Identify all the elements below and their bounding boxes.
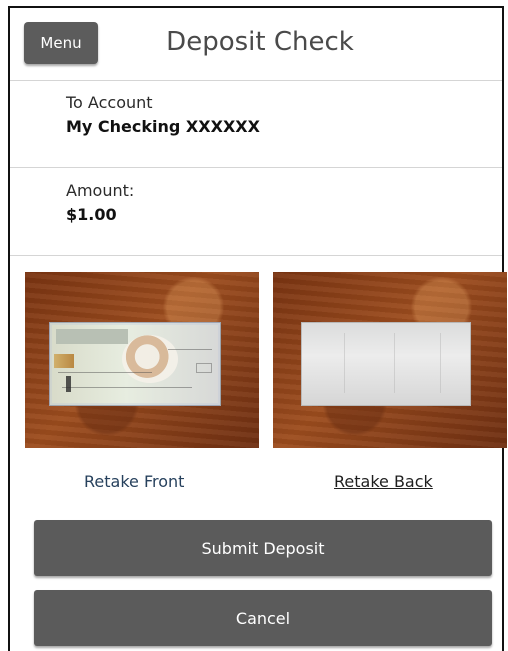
check-front-signature-block <box>54 354 74 368</box>
check-front-line <box>168 349 212 350</box>
check-back-line <box>394 333 395 393</box>
check-front-amount-box <box>196 363 212 373</box>
header: Menu Deposit Check <box>10 8 502 81</box>
retake-back-link[interactable]: Retake Back <box>334 472 433 491</box>
page-title: Deposit Check <box>166 27 354 57</box>
check-back-image <box>273 272 507 448</box>
check-front-paper <box>49 322 221 406</box>
amount-value: $1.00 <box>66 205 117 224</box>
check-front-line <box>58 372 152 373</box>
amount-label: Amount: <box>66 181 135 200</box>
app-frame: Menu Deposit Check To Account My Checkin… <box>8 6 507 651</box>
menu-button[interactable]: Menu <box>24 22 98 64</box>
check-back-line <box>440 333 441 393</box>
to-account-label: To Account <box>66 93 153 112</box>
check-back-paper <box>301 322 471 406</box>
retake-front-link[interactable]: Retake Front <box>84 472 184 491</box>
check-front-bank-mark <box>66 376 109 392</box>
check-front-image <box>25 272 259 448</box>
cancel-button[interactable]: Cancel <box>34 590 492 646</box>
check-front-picture <box>122 335 178 383</box>
to-account-value: My Checking XXXXXX <box>66 117 260 136</box>
amount-section: Amount: $1.00 <box>10 168 502 256</box>
check-front-blur-block <box>56 329 128 344</box>
submit-deposit-button[interactable]: Submit Deposit <box>34 520 492 576</box>
to-account-section: To Account My Checking XXXXXX <box>10 80 502 168</box>
check-back-line <box>344 333 345 393</box>
